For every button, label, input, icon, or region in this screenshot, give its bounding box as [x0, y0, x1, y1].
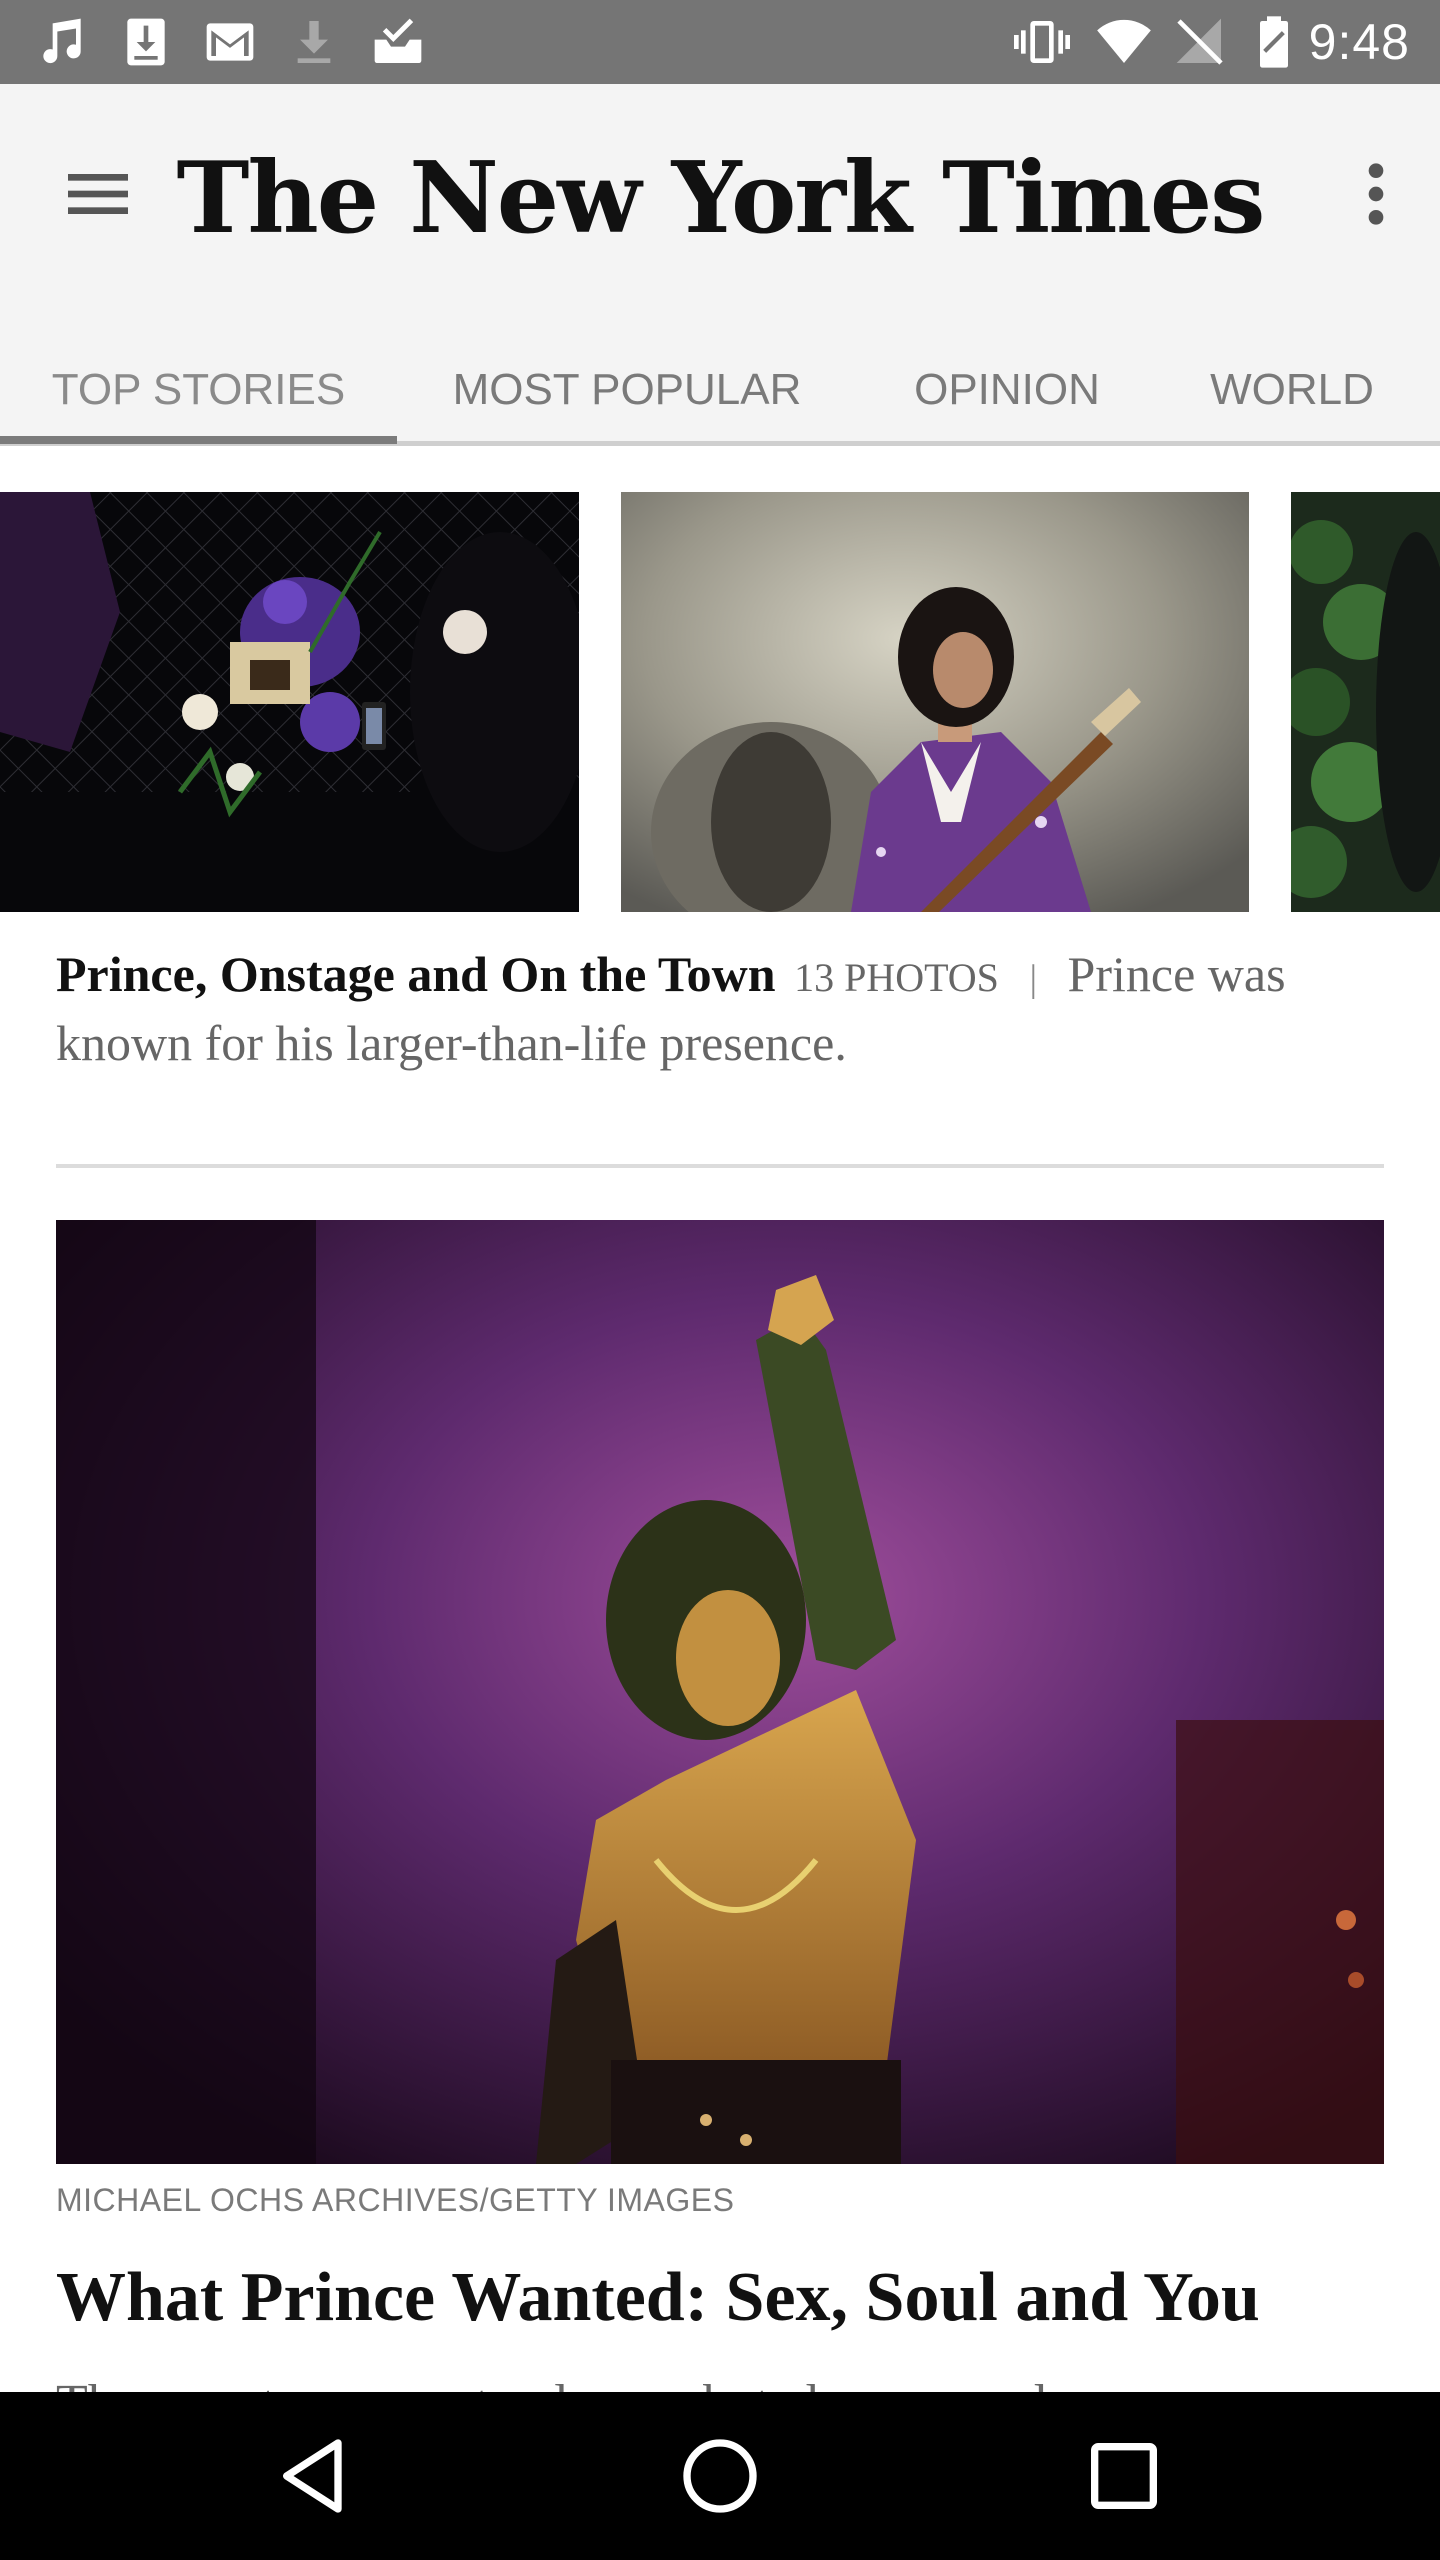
caption-separator: | [1029, 958, 1038, 1000]
gallery-photo-ivy[interactable] [1291, 492, 1440, 912]
app-logo[interactable]: The New York Times [0, 124, 1440, 274]
story-divider [56, 1164, 1384, 1168]
system-navigation-bar [0, 2392, 1440, 2560]
story-summary-text: The pop star was not only sex, but also … [56, 2372, 1386, 2392]
tab-opinion[interactable]: OPINION [857, 334, 1157, 446]
app-bar: The New York Times TOP STORIES MOST POPU… [0, 84, 1440, 446]
screen: 9:48 The New York Times TOP STORIES MOST… [0, 0, 1440, 2560]
more-vertical-icon[interactable] [1348, 154, 1404, 234]
section-tabs: TOP STORIES MOST POPULAR OPINION WORLD [0, 334, 1440, 446]
tab-most-popular[interactable]: MOST POPULAR [397, 334, 857, 446]
story-headline[interactable]: What Prince Wanted: Sex, Soul and You [56, 2250, 1386, 2346]
inbox-check-icon [374, 18, 422, 63]
download-box-icon [127, 18, 165, 66]
gallery-photo-memorial[interactable] [0, 492, 579, 912]
photo-gallery-carousel[interactable] [0, 492, 1440, 912]
download-arrow-icon [297, 21, 331, 63]
wifi-icon [1097, 19, 1151, 63]
no-signal-icon [1176, 18, 1223, 65]
gmail-icon [206, 23, 254, 61]
status-time: 9:48 [1308, 14, 1410, 70]
recents-square-icon[interactable] [1080, 2432, 1168, 2520]
tab-indicator [0, 436, 397, 444]
gallery-caption[interactable]: Prince, Onstage and On the Town 13 PHOTO… [56, 942, 1386, 1075]
gallery-headline[interactable]: Prince, Onstage and On the Town [56, 946, 776, 1002]
gallery-photo-guitar[interactable] [621, 492, 1249, 912]
back-triangle-icon[interactable] [272, 2432, 360, 2520]
gallery-photo-count: 13 PHOTOS [794, 955, 999, 1000]
status-bar: 9:48 [0, 0, 1440, 84]
tab-top-stories[interactable]: TOP STORIES [0, 334, 397, 446]
home-circle-icon[interactable] [676, 2432, 764, 2520]
tab-world[interactable]: WORLD [1157, 334, 1427, 446]
vibrate-icon [1014, 21, 1070, 63]
battery-icon [1260, 16, 1288, 68]
music-note-icon [43, 18, 81, 64]
story-summary: The pop star was not only sex, but also … [56, 2364, 1386, 2392]
story-hero-image[interactable] [56, 1220, 1384, 2164]
photo-credit: MICHAEL OCHS ARCHIVES/GETTY IMAGES [56, 2182, 735, 2218]
